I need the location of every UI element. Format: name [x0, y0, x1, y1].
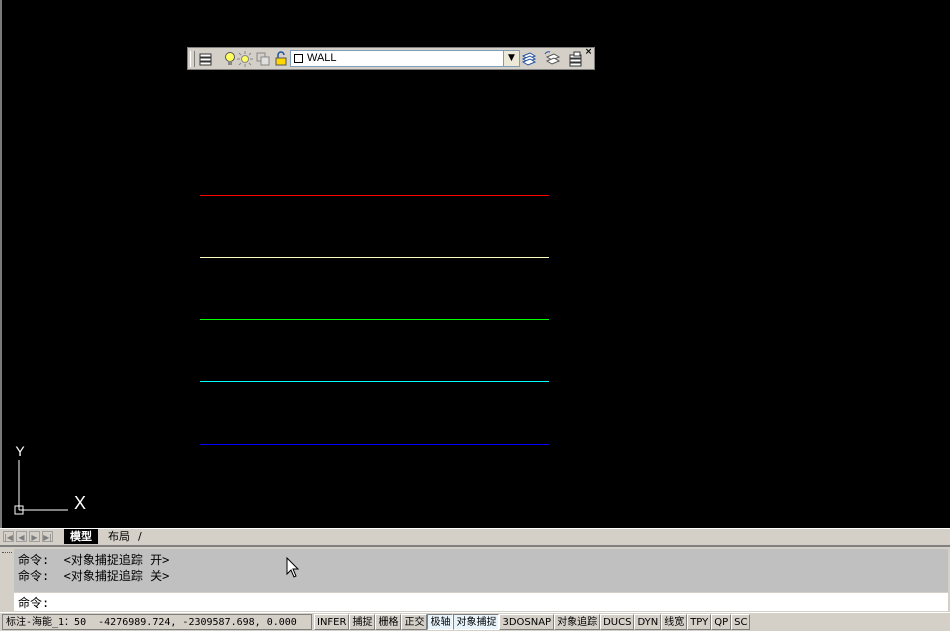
- status-toggle-对象捕捉[interactable]: 对象捕捉: [453, 614, 500, 630]
- blue-line[interactable]: [200, 444, 549, 445]
- ucs-icon: Y X: [14, 443, 86, 515]
- mouse-cursor-icon: [286, 557, 300, 578]
- command-prompt: 命令:: [18, 596, 50, 610]
- layer-manager-icon[interactable]: [198, 51, 214, 67]
- annotation-and-coordinates: 标注-海能_1：50 -4276989.724, -2309587.698, 0…: [2, 614, 312, 630]
- command-history-line: 命令: <对象捕捉追踪 开>: [18, 553, 170, 567]
- status-toggle-sc[interactable]: SC: [731, 614, 751, 630]
- status-toggle-对象追踪[interactable]: 对象追踪: [554, 614, 601, 630]
- status-toggle-极轴[interactable]: 极轴: [427, 614, 454, 630]
- layout-tabs-bar: |◀ ◀ ▶ ▶| 模型 布局 /: [0, 528, 950, 545]
- status-toggle-dyn[interactable]: DYN: [634, 614, 662, 630]
- last-tab-icon[interactable]: ▶|: [42, 531, 53, 542]
- red-line[interactable]: [200, 195, 549, 196]
- ucs-x-label: X: [74, 493, 86, 513]
- make-current-icon[interactable]: [521, 51, 537, 67]
- command-window-grip[interactable]: [2, 552, 12, 556]
- sun-icon[interactable]: [237, 51, 253, 67]
- tab-layout[interactable]: 布局: [102, 529, 136, 544]
- status-bar: 标注-海能_1：50 -4276989.724, -2309587.698, 0…: [0, 612, 950, 631]
- tab-divider: /: [138, 530, 142, 543]
- tab-model[interactable]: 模型: [64, 529, 98, 544]
- command-history: 命令: <对象捕捉追踪 开> 命令: <对象捕捉追踪 关>: [14, 549, 948, 592]
- status-toggle-qp[interactable]: QP: [711, 614, 732, 630]
- command-input[interactable]: 命令:: [14, 593, 948, 611]
- tab-navigation: |◀ ◀ ▶ ▶|: [3, 531, 63, 543]
- layers-toolbar: WALL ▼ ×: [187, 47, 595, 70]
- ucs-y-label: Y: [15, 443, 25, 459]
- layer-dropdown[interactable]: WALL ▼: [290, 50, 520, 67]
- command-history-line: 命令: <对象捕捉追踪 关>: [18, 569, 170, 583]
- cyan-line[interactable]: [200, 381, 549, 382]
- command-window: 命令: <对象捕捉追踪 开> 命令: <对象捕捉追踪 关> 命令:: [0, 545, 950, 614]
- status-toggle-栅格[interactable]: 栅格: [375, 614, 402, 630]
- toolbar-grip[interactable]: [190, 51, 195, 67]
- status-toggle-tpy[interactable]: TPY: [687, 614, 712, 630]
- viewport-freeze-icon[interactable]: [255, 51, 271, 67]
- status-toggle-infer[interactable]: INFER: [314, 614, 350, 630]
- drafting-toggles: INFER 捕捉 栅格 正交 极轴 对象捕捉 3DOSNAP 对象追踪 DUCS DYN 线宽 TPY…: [314, 614, 751, 630]
- close-icon[interactable]: ×: [584, 48, 593, 57]
- color-square-icon: [294, 54, 303, 63]
- current-layer-name: WALL: [307, 52, 337, 64]
- layer-previous-icon[interactable]: [544, 51, 560, 67]
- green-line[interactable]: [200, 319, 549, 320]
- status-toggle-ducs[interactable]: DUCS: [600, 614, 635, 630]
- chevron-down-icon[interactable]: ▼: [503, 51, 519, 66]
- canvas-border: [0, 0, 2, 528]
- status-toggle-捕捉[interactable]: 捕捉: [349, 614, 376, 630]
- status-toggle-正交[interactable]: 正交: [401, 614, 428, 630]
- yellow-line[interactable]: [200, 257, 549, 258]
- first-tab-icon[interactable]: |◀: [3, 531, 14, 542]
- lock-icon[interactable]: [273, 51, 289, 67]
- layer-states-icon[interactable]: [568, 51, 584, 67]
- bulb-icon[interactable]: [222, 51, 238, 67]
- status-toggle-线宽[interactable]: 线宽: [661, 614, 688, 630]
- model-space-canvas[interactable]: Y X: [0, 0, 950, 528]
- next-tab-icon[interactable]: ▶: [29, 531, 40, 542]
- prev-tab-icon[interactable]: ◀: [16, 531, 27, 542]
- status-toggle-3dosnap[interactable]: 3DOSNAP: [499, 614, 555, 630]
